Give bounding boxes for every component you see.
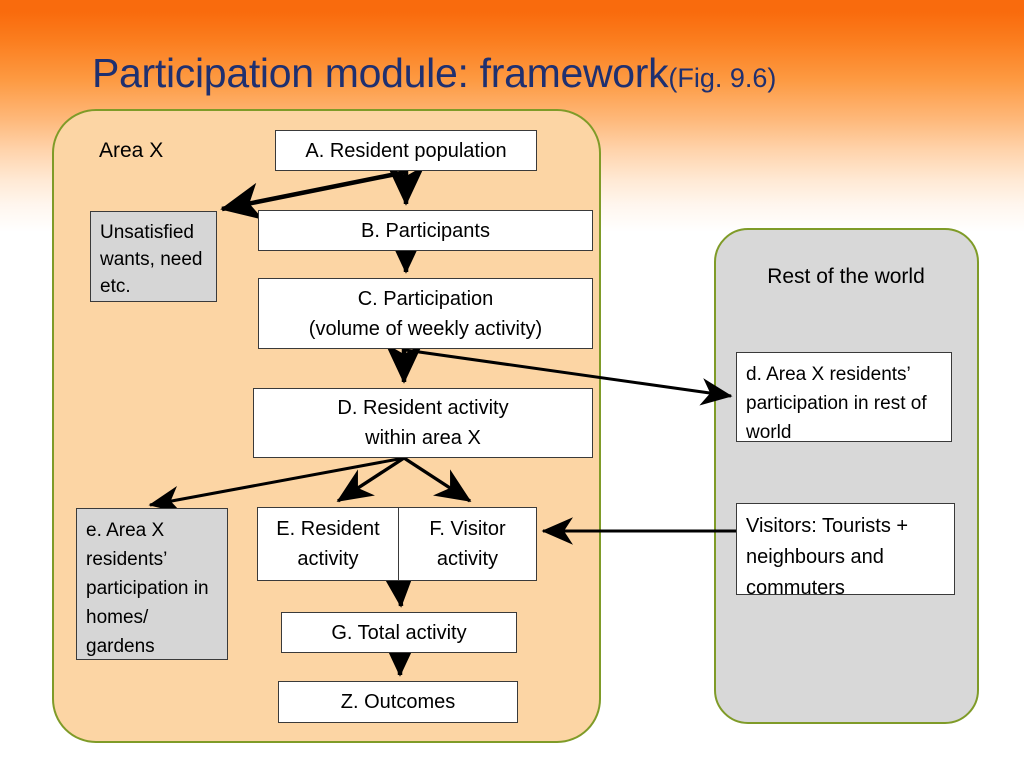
box-f-visitor-activity[interactable]: F. Visitor activity (398, 507, 537, 581)
page-title: Participation module: framework(Fig. 9.6… (92, 48, 992, 103)
box-e-small-label: e. Area X residents’ participation in ho… (86, 520, 209, 657)
slide-canvas: Participation module: framework(Fig. 9.6… (0, 0, 1024, 768)
box-c-participation[interactable]: C. Participation (volume of weekly activ… (258, 278, 593, 349)
box-z-label: Z. Outcomes (340, 691, 456, 713)
panel-area-x-label: Area X (99, 139, 164, 162)
box-d-resident-activity[interactable]: D. Resident activity within area X (253, 388, 593, 458)
box-b-label: B. Participants (361, 219, 490, 242)
box-b-participants[interactable]: B. Participants (258, 210, 593, 251)
box-e-label: E. Resident activity (276, 518, 380, 570)
box-e-resident-activity[interactable]: E. Resident activity (257, 507, 399, 581)
box-a-resident-population[interactable]: A. Resident population (275, 130, 537, 171)
box-visitors-label: Visitors: Tourists + neighbours and comm… (746, 515, 909, 599)
box-e-area-x-residents-homes[interactable]: e. Area X residents’ participation in ho… (76, 508, 228, 660)
box-d-label: D. Resident activity within area X (337, 397, 509, 449)
panel-rest-of-world (714, 228, 979, 724)
page-title-sub: (Fig. 9.6) (668, 63, 777, 93)
box-g-label: G. Total activity (331, 621, 467, 644)
box-a-label: A. Resident population (305, 139, 507, 162)
page-title-main: Participation module: framework (92, 50, 669, 96)
box-visitors-tourists[interactable]: Visitors: Tourists + neighbours and comm… (736, 503, 955, 599)
box-unsatisfied-label: Unsatisfied wants, need etc. (100, 222, 203, 297)
box-d-area-x-residents-rest-of-world[interactable]: d. Area X residents’ participation in re… (736, 352, 952, 443)
box-z-outcomes[interactable]: Z. Outcomes (278, 681, 518, 723)
panel-rest-of-world-label: Rest of the world (767, 265, 925, 288)
box-c-label: C. Participation (volume of weekly activ… (308, 287, 543, 340)
box-g-total-activity[interactable]: G. Total activity (281, 612, 517, 653)
box-unsatisfied-wants[interactable]: Unsatisfied wants, need etc. (90, 211, 217, 302)
box-f-label: F. Visitor activity (429, 518, 506, 570)
box-d-small-label: d. Area X residents’ participation in re… (746, 364, 927, 443)
